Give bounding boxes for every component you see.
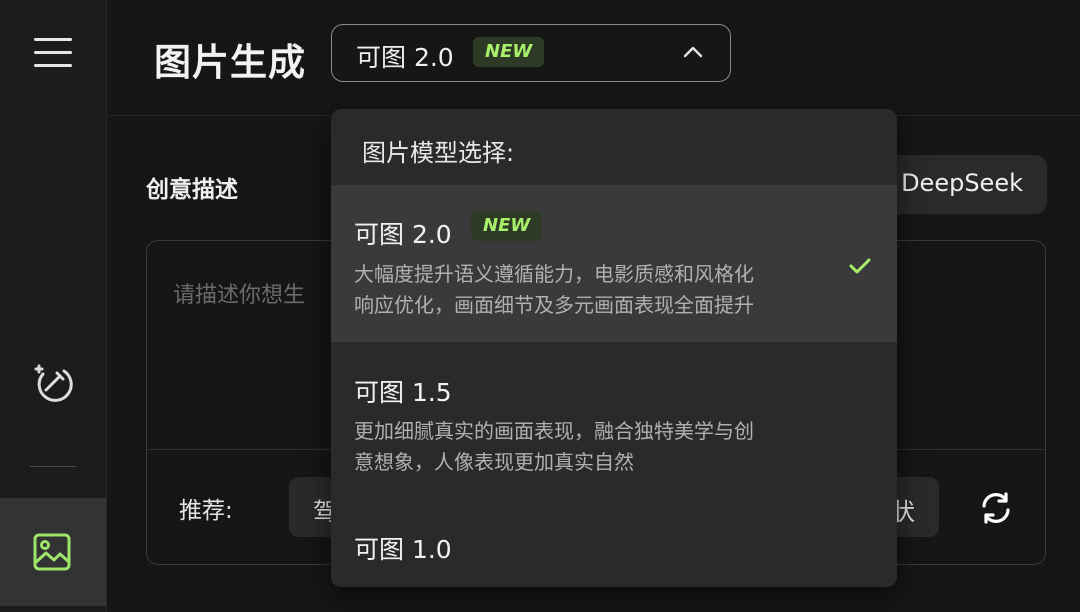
section-title: 创意描述 (146, 177, 238, 203)
model-option-2-0[interactable]: 可图 2.0 NEW 大幅度提升语义遵循能力，电影质感和风格化 响应优化，画面细… (331, 185, 897, 342)
new-badge: NEW (471, 211, 543, 241)
model-select[interactable]: 可图 2.0 NEW (331, 24, 731, 82)
image-icon (33, 533, 71, 571)
recommend-label: 推荐: (179, 498, 233, 524)
chevron-up-icon (683, 46, 703, 58)
model-option-1-0[interactable]: 可图 1.0 (331, 502, 897, 587)
rail-divider (30, 466, 76, 467)
hamburger-icon[interactable] (34, 38, 72, 72)
desc-line: 意想象，人像表现更加真实自然 (354, 450, 634, 474)
new-badge: NEW (473, 37, 545, 67)
model-option-name: 可图 1.5 (354, 378, 452, 407)
desc-line: 更加细腻真实的画面表现，融合独特美学与创 (354, 419, 754, 443)
refresh-icon[interactable] (979, 491, 1013, 525)
desc-line: 大幅度提升语义遵循能力，电影质感和风格化 (354, 262, 754, 286)
deepseek-label: DeepSeek (901, 169, 1023, 197)
model-select-value: 可图 2.0 (356, 43, 454, 72)
model-option-name: 可图 2.0 (354, 220, 452, 249)
desc-line: 响应优化，画面细节及多元画面表现全面提升 (354, 293, 754, 317)
left-rail (0, 0, 107, 612)
check-icon (849, 258, 871, 274)
model-dropdown: 图片模型选择: 可图 2.0 NEW 大幅度提升语义遵循能力，电影质感和风格化 … (331, 109, 897, 587)
header: 图片生成 可图 2.0 NEW (107, 0, 1080, 116)
nav-image-generation[interactable] (0, 498, 106, 606)
model-option-1-5[interactable]: 可图 1.5 更加细腻真实的画面表现，融合独特美学与创 意想象，人像表现更加真实… (331, 342, 897, 502)
model-option-desc: 大幅度提升语义遵循能力，电影质感和风格化 响应优化，画面细节及多元画面表现全面提… (354, 259, 834, 321)
model-option-desc: 更加细腻真实的画面表现，融合独特美学与创 意想象，人像表现更加真实自然 (354, 416, 834, 478)
model-option-name: 可图 1.0 (354, 535, 452, 564)
dropdown-heading: 图片模型选择: (362, 139, 515, 167)
page-title: 图片生成 (154, 41, 306, 84)
magic-wand-icon[interactable] (30, 360, 76, 406)
